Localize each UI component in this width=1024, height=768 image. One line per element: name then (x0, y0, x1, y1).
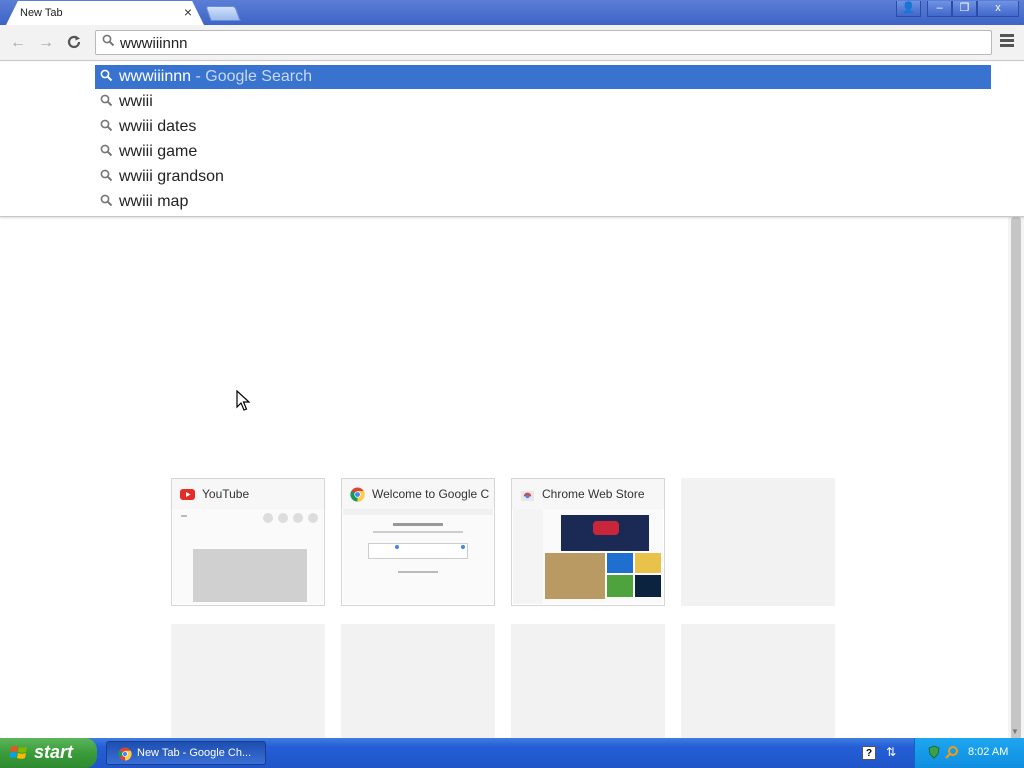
browser-toolbar: ← → wwwiiinnn (0, 25, 1024, 61)
tab-close-icon[interactable]: × (184, 4, 192, 20)
tile-thumbnail (343, 509, 493, 604)
suggestion-item[interactable]: wwiii map (95, 190, 991, 214)
network-icon[interactable]: ⇅ (886, 745, 896, 759)
tile-title: Chrome Web Store (542, 487, 645, 501)
most-visited-tile-empty (681, 478, 835, 606)
most-visited-tile-youtube[interactable]: YouTube (171, 478, 325, 606)
windows-logo-icon (10, 746, 27, 759)
back-button[interactable]: ← (8, 33, 28, 53)
suggestion-search-google[interactable]: wwwiiinnn - Google Search (95, 65, 991, 89)
start-button[interactable]: start (0, 738, 97, 768)
start-label: start (34, 742, 74, 762)
mouse-cursor-icon (236, 390, 250, 411)
scrollbar-thumb[interactable] (1011, 217, 1021, 747)
search-icon (100, 194, 113, 210)
tile-thumbnail (513, 509, 663, 604)
most-visited-tile-chrome-web-store[interactable]: Chrome Web Store (511, 478, 665, 606)
tile-thumbnail (173, 509, 323, 604)
scroll-down-arrow-icon[interactable]: ▼ (1011, 727, 1019, 736)
search-icon (100, 94, 113, 110)
menu-bar-icon (1000, 39, 1014, 42)
tab-new-tab[interactable]: New Tab × (6, 1, 204, 25)
chrome-icon (118, 747, 132, 761)
youtube-icon (180, 489, 195, 500)
search-icon (100, 69, 113, 85)
omnibox-suggestions: wwwiiinnn - Google Search wwiii wwiii da… (0, 62, 1024, 217)
suggestion-text: wwiii grandson (119, 168, 224, 185)
profile-button[interactable]: 👤 (896, 1, 921, 17)
taskbar-item-label: New Tab - Google Ch... (137, 747, 252, 759)
suggestion-text: wwwiiinnn - Google Search (119, 68, 312, 85)
windows-taskbar: start New Tab - Google Ch... ? ⇅ 8:02 AM (0, 738, 1024, 768)
tile-header: Welcome to Google C (342, 479, 494, 509)
suggestion-text: wwiii dates (119, 118, 197, 135)
address-bar-text: wwwiiinnn (120, 35, 188, 52)
maximize-button[interactable]: ❐ (952, 1, 977, 17)
help-icon[interactable]: ? (862, 746, 876, 760)
search-tray-icon[interactable] (945, 745, 959, 759)
suggestion-text: wwiii (119, 93, 153, 110)
forward-button[interactable]: → (36, 33, 56, 53)
reload-icon (67, 35, 81, 49)
most-visited-tile-empty (341, 624, 495, 752)
title-bar: New Tab × 👤 – ❐ x (0, 0, 1024, 25)
taskbar-item-chrome[interactable]: New Tab - Google Ch... (106, 741, 266, 765)
tile-title: YouTube (202, 487, 250, 501)
tile-title: Welcome to Google C (372, 487, 490, 501)
tab-title: New Tab (20, 7, 63, 19)
chrome-web-store-icon (520, 490, 535, 502)
most-visited-tile-empty (511, 624, 665, 752)
most-visited-tile-welcome-to-chrome[interactable]: Welcome to Google C (341, 478, 495, 606)
chrome-menu-button[interactable] (998, 33, 1016, 51)
menu-bar-icon (1000, 44, 1014, 47)
clock: 8:02 AM (968, 746, 1009, 758)
search-icon (102, 34, 115, 50)
suggestion-item[interactable]: wwiii (95, 90, 991, 114)
reload-button[interactable] (64, 33, 84, 53)
suggestion-item[interactable]: wwiii game (95, 140, 991, 164)
search-icon (100, 144, 113, 160)
chrome-icon (350, 487, 365, 502)
minimize-button[interactable]: – (927, 1, 952, 17)
tile-header: YouTube (172, 479, 324, 509)
suggestion-item[interactable]: wwiii dates (95, 115, 991, 139)
address-bar[interactable]: wwwiiinnn (95, 30, 992, 55)
most-visited-tile-empty (681, 624, 835, 752)
search-icon (100, 119, 113, 135)
suggestion-text: wwiii game (119, 143, 198, 160)
search-icon (100, 169, 113, 185)
suggestion-hint: - Google Search (191, 68, 312, 85)
security-shield-icon[interactable] (927, 745, 941, 759)
menu-bar-icon (1000, 34, 1014, 37)
close-window-button[interactable]: x (977, 1, 1019, 17)
most-visited-tile-empty (171, 624, 325, 752)
suggestion-item[interactable]: wwiii grandson (95, 165, 991, 189)
tile-header: Chrome Web Store (512, 479, 664, 509)
new-tab-button[interactable] (205, 6, 241, 21)
suggestion-text: wwiii map (119, 193, 189, 210)
system-tray: 8:02 AM (914, 738, 1024, 768)
